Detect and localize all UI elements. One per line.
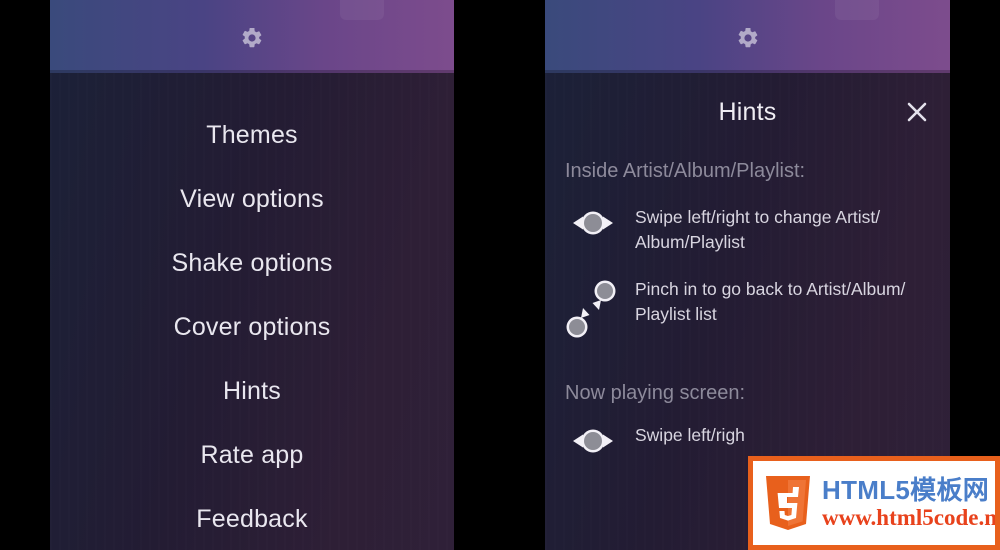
watermark-badge: HTML5模板网 www.html5code.net — [748, 456, 1000, 550]
menu-item-themes[interactable]: Themes — [50, 103, 454, 167]
menu-item-view-options[interactable]: View options — [50, 167, 454, 231]
section-heading-inside: Inside Artist/Album/Playlist: — [565, 160, 806, 182]
menu-item-hints[interactable]: Hints — [50, 359, 454, 423]
hint-text: Swipe left/righ — [635, 425, 745, 445]
menu-item-shake-options[interactable]: Shake options — [50, 231, 454, 295]
menu-item-feedback[interactable]: Feedback — [50, 487, 454, 550]
swipe-horizontal-icon — [559, 423, 635, 457]
hint-row: Pinch in to go back to Artist/Album/ Pla… — [545, 277, 950, 341]
appbar-notch — [340, 0, 384, 20]
section-heading-now-playing: Now playing screen: — [565, 382, 746, 404]
settings-menu: Themes View options Shake options Cover … — [50, 73, 454, 550]
hint-text: Swipe left/right to change Artist/ Album… — [635, 207, 881, 252]
close-icon[interactable] — [902, 97, 932, 127]
watermark-url: www.html5code.net — [822, 505, 1000, 530]
appbar-shadow — [545, 70, 950, 73]
gear-icon[interactable] — [736, 24, 760, 50]
screenshot-root: Themes View options Shake options Cover … — [0, 0, 1000, 550]
settings-panel: Themes View options Shake options Cover … — [50, 0, 454, 550]
hints-titlebar: Hints — [545, 73, 950, 151]
hint-row: Swipe left/right to change Artist/ Album… — [545, 205, 950, 255]
pinch-in-icon — [559, 277, 635, 341]
watermark-title: HTML5模板网 — [822, 475, 990, 505]
left-appbar — [50, 0, 454, 73]
hints-title: Hints — [718, 97, 777, 126]
gear-icon[interactable] — [240, 24, 264, 50]
menu-item-cover-options[interactable]: Cover options — [50, 295, 454, 359]
appbar-notch — [835, 0, 879, 20]
swipe-horizontal-icon — [559, 205, 635, 239]
right-appbar — [545, 0, 950, 73]
menu-item-rate-app[interactable]: Rate app — [50, 423, 454, 487]
hint-text: Pinch in to go back to Artist/Album/ Pla… — [635, 279, 906, 324]
appbar-shadow — [50, 70, 454, 73]
html5-shield-icon — [763, 474, 813, 532]
hint-row: Swipe left/righ — [545, 423, 950, 457]
